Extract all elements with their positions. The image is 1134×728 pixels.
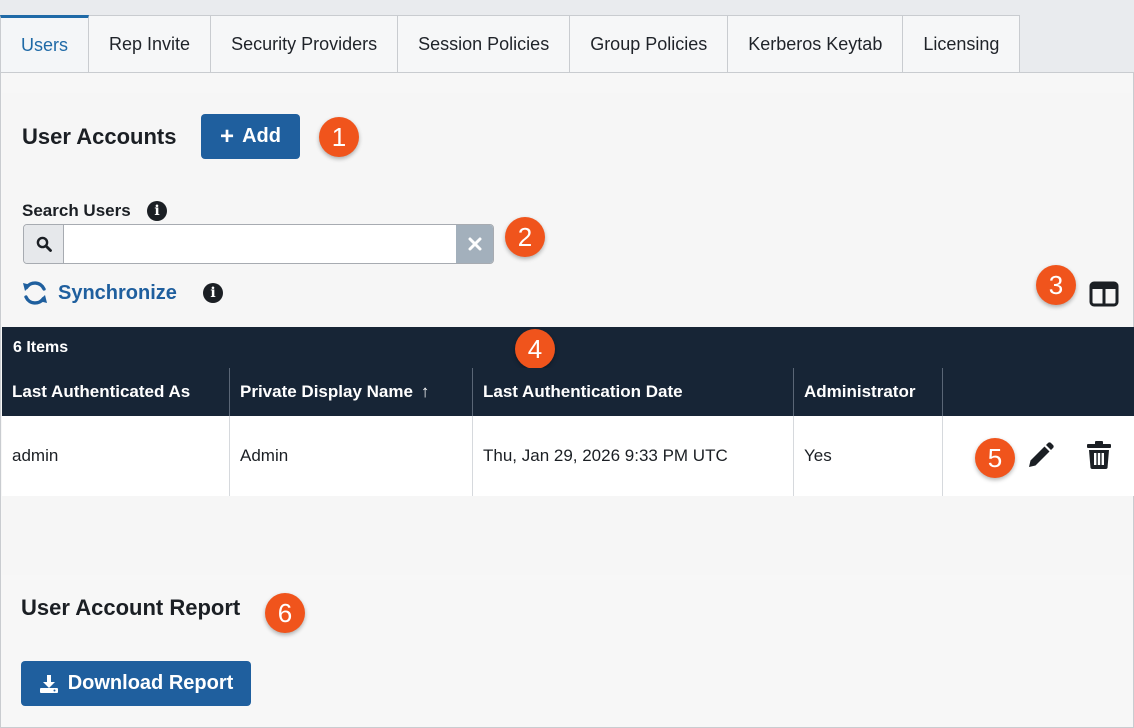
tab-bar: Users Rep Invite Security Providers Sess… [0,15,1021,73]
tab-licensing[interactable]: Licensing [903,15,1021,73]
download-report-button[interactable]: Download Report [21,661,251,706]
callout-badge-5: 5 [975,438,1015,478]
cell-actions: 5 [943,416,1134,496]
search-icon [36,236,52,252]
pencil-icon [1029,442,1054,467]
search-button[interactable] [24,225,64,263]
column-layout-button[interactable] [1089,281,1119,307]
column-header-last-authenticated-as[interactable]: Last Authenticated As [2,368,230,416]
add-user-button[interactable]: + Add [201,114,300,159]
tab-rep-invite[interactable]: Rep Invite [89,15,212,73]
edit-user-button[interactable] [1025,441,1055,471]
user-accounts-heading: User Accounts [22,124,177,149]
synchronize-label: Synchronize [58,281,177,304]
clear-search-button[interactable] [456,225,493,263]
table-row: admin Admin Thu, Jan 29, 2026 9:33 PM UT… [2,416,1134,496]
synchronize-info-icon[interactable]: i [203,283,223,303]
cell-administrator: Yes [794,416,943,496]
user-account-report-heading: User Account Report [21,595,241,620]
column-header-label: Private Display Name [240,382,413,401]
download-icon [39,674,58,693]
delete-user-button[interactable] [1086,440,1112,470]
callout-badge-6: 6 [265,593,305,633]
search-input[interactable] [64,225,456,263]
callout-badge-3: 3 [1036,265,1076,305]
trash-icon [1087,441,1111,470]
column-header-private-display-name[interactable]: Private Display Name ↑ [230,368,473,416]
tab-kerberos-keytab[interactable]: Kerberos Keytab [728,15,904,73]
search-users-label: Search Users [22,201,131,220]
table-header: Last Authenticated As Private Display Na… [2,368,1134,416]
search-info-icon[interactable]: i [147,201,167,221]
cell-last-authenticated-as: admin [2,416,230,496]
add-user-button-label: Add [242,125,281,147]
users-panel: User Accounts + Add 1 Search Users i 2 S… [0,72,1134,728]
callout-badge-4: 4 [515,329,555,369]
sort-ascending-icon: ↑ [420,382,430,401]
column-header-administrator[interactable]: Administrator [794,368,943,416]
item-count-bar: 6 Items [2,327,1134,368]
synchronize-button[interactable]: Synchronize [20,278,177,308]
callout-badge-2: 2 [505,217,545,257]
tab-security-providers[interactable]: Security Providers [211,15,399,73]
download-report-label: Download Report [67,672,234,694]
sync-icon [23,281,47,305]
callout-badge-1: 1 [319,117,359,157]
search-users-field [23,224,494,264]
tab-users[interactable]: Users [0,15,90,73]
plus-icon: + [220,122,235,150]
close-icon [468,237,481,251]
tab-group-policies[interactable]: Group Policies [570,15,729,73]
tab-session-policies[interactable]: Session Policies [398,15,571,73]
cell-private-display-name: Admin [230,416,473,496]
columns-icon [1089,281,1119,307]
item-count: 6 Items [13,339,69,356]
cell-last-authentication-date: Thu, Jan 29, 2026 9:33 PM UTC [473,416,794,496]
column-header-actions [943,368,1134,416]
column-header-last-authentication-date[interactable]: Last Authentication Date [473,368,794,416]
